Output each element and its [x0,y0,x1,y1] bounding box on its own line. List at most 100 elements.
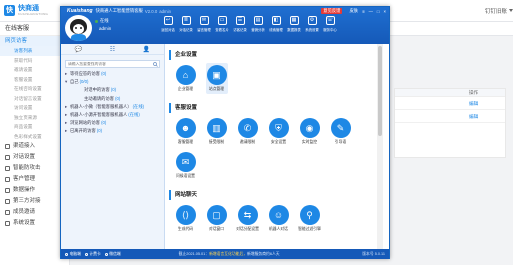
table-header-actions: 操作 [395,89,505,97]
toolbar-button[interactable]: ▤ 营销分析 [249,16,267,32]
visitor-tree-node[interactable]: ▸ 浏览网站的访客(0) [61,119,164,127]
maximize-icon[interactable]: □ [377,9,380,14]
sidebar-subitem[interactable]: 邀请设置 [0,65,69,75]
scrollbar-thumb[interactable] [378,46,382,136]
visitor-tree-node[interactable]: ▸ 等待应答的访客(0) [61,70,164,78]
sidebar-subitem[interactable]: 访客列表 [0,46,69,56]
app-glyph: ▣ [212,69,221,80]
visitor-search-input[interactable] [68,61,148,67]
visitor-tree-node[interactable]: ▸ 机器人-小微（智能客服机器人）(在线) [61,103,164,111]
app-launcher[interactable]: ◉ 实时监控 [294,116,325,147]
sidebar-item[interactable]: 客户管理› [0,174,69,185]
sidebar-subitem[interactable]: 在线咨询设置 [0,84,69,94]
app-glyph: ☻ [180,122,191,133]
desktop-icon [65,252,68,256]
app-launcher[interactable]: ⚲ 智能过滤引擎 [294,203,325,234]
sidebar-item[interactable]: 渠道接入› [0,141,69,152]
app-launcher[interactable]: ☺ 机器人对话 [263,203,294,234]
app-label: 智能过滤引擎 [298,227,321,231]
toolbar-button[interactable]: ⚙ 系统设置 [303,16,321,32]
toolbar-button-label: 对话记录 [179,28,193,32]
minimize-icon[interactable]: — [369,9,373,14]
app-launcher[interactable]: ☻ 客服管理 [170,116,201,147]
toolbar-button[interactable]: ▦ 数据报表 [285,16,303,32]
sidebar-subitem[interactable]: 独立页来源 [0,113,69,123]
visitor-tree-node[interactable]: 主动邀请的访客(0) [61,95,164,103]
avatar[interactable] [65,15,92,41]
sidebar-subitem[interactable]: 访问设置 [0,103,69,113]
app-launcher[interactable]: ✎ 引导语 [325,116,356,147]
app-launcher[interactable]: ✆ 邀请限制 [232,116,263,147]
app-launcher[interactable]: ▥ 接受限制 [201,116,232,147]
table-row-edit-link[interactable]: 编辑 [395,110,505,123]
sidebar-item[interactable]: 对话设置› [0,152,69,163]
footer-item[interactable]: 计费卡 [84,251,101,257]
app-label: 客服管理 [177,140,194,144]
sidebar-item[interactable]: 第三方对接› [0,196,69,207]
app-glyph: ⇆ [243,209,252,220]
app-launcher[interactable]: ✉ 问候语设置 [170,150,201,181]
sidebar-item[interactable]: 数据操作› [0,185,69,196]
toolbar-button[interactable]: ≣ 对话记录 [177,16,195,32]
app-launcher[interactable]: ▣ 站点管理 [201,63,232,94]
app-launcher[interactable]: ⌂ 企业管理 [170,63,201,94]
app-launcher[interactable]: ▢ 对话窗口 [201,203,232,234]
toolbar-button[interactable]: ▭ 查看名片 [213,16,231,32]
app-label: 接受限制 [208,140,225,144]
table-row-edit-link[interactable]: 编辑 [395,97,505,110]
toolbar-button-label: 线索管理 [269,28,283,32]
sidebar-subitem[interactable]: 对话留言设置 [0,94,69,104]
sidebar-item-label: 系统设置 [13,220,36,226]
search-icon[interactable] [152,61,159,68]
toolbar-button[interactable]: ☰ 访客记录 [231,16,249,32]
sidebar-subitem[interactable]: 客服设置 [0,75,69,85]
footer-item[interactable]: 微信端 [104,252,121,257]
account-dropdown-icon[interactable] [509,9,513,12]
visitor-panel-tabs: 💬 ☷ 👤 [61,44,164,55]
settings-scrollbar[interactable] [377,44,383,249]
group-tab-icon[interactable]: 👤 [143,46,150,53]
visitor-tree-node[interactable]: ▸ 机器人-小源开智能客服机器人(在线) [61,111,164,119]
sidebar-item[interactable]: 成员邀请› [0,207,69,218]
app-launcher[interactable]: ⟨⟩ 生成代码 [170,203,201,234]
tree-node-label: 浏览网站的访客 [70,120,101,126]
tree-node-label: 机器人-小微（智能客服机器人） [70,103,132,109]
menu-icon[interactable]: ≡ [362,9,365,14]
toolbar-button[interactable]: ☏ 服务中心 [321,16,339,32]
monitor-icon: ◉ [299,118,320,138]
sidebar-subitem[interactable]: 商品设置 [0,122,69,132]
sidebar-item[interactable]: 智能防攻击› [0,163,69,174]
app-launcher[interactable]: ⇆ 对话分配设置 [232,203,263,234]
toolbar-button[interactable]: ✉ 留言管理 [195,16,213,32]
toolbar-button[interactable]: ↩ 返回对话 [159,16,177,32]
visitor-tree-node[interactable]: 对话中的访客(0) [61,86,164,94]
data-table: 操作 编辑 编辑 [394,88,506,158]
sidebar-subitem[interactable]: 色彩样式设置 [0,132,69,142]
tree-node-label: 自己 [70,79,79,85]
sidebar-item[interactable]: 系统设置› [0,218,69,229]
toolbar-button-label: 服务中心 [323,28,337,32]
app-launcher[interactable]: ⛨ 安全设置 [263,116,294,147]
visitor-tree-node[interactable]: ▸ 已离开的访客(0) [61,127,164,135]
sidebar-group-web-visitor[interactable]: 网页访客 [0,36,69,46]
sidebar-item-icon [5,155,10,160]
sidebar-subitem[interactable]: 获取代码 [0,56,69,66]
toolbar-button[interactable]: ◧ 线索管理 [267,16,285,32]
footer-item-label: 计费卡 [89,251,101,256]
skin-button[interactable]: 皮肤 [349,8,358,14]
window-brand: Kuaishang [67,8,93,14]
back-icon: ↩ [163,16,173,25]
chat-tab-icon[interactable]: 💬 [75,46,82,53]
close-icon[interactable]: × [383,9,386,14]
security-icon: ⛨ [268,118,289,138]
code-icon: ⟨⟩ [175,205,196,225]
tree-node-label: 主动邀请的访客 [84,95,115,101]
visitor-tree-node[interactable]: ▾ 自己(0/0) [61,78,164,86]
footer-item[interactable]: 电脑端 [65,252,81,257]
app-logo[interactable]: 快 快商通 KUAISHANGTONG [4,5,48,16]
feedback-button[interactable]: 意见反馈 [321,8,343,14]
contacts-tab-icon[interactable]: ☷ [110,46,115,53]
account-name[interactable]: 钉钉旧账 [485,7,507,15]
tree-node-label: 等待应答的访客 [70,71,101,76]
online-status[interactable]: 在线 [95,18,109,24]
